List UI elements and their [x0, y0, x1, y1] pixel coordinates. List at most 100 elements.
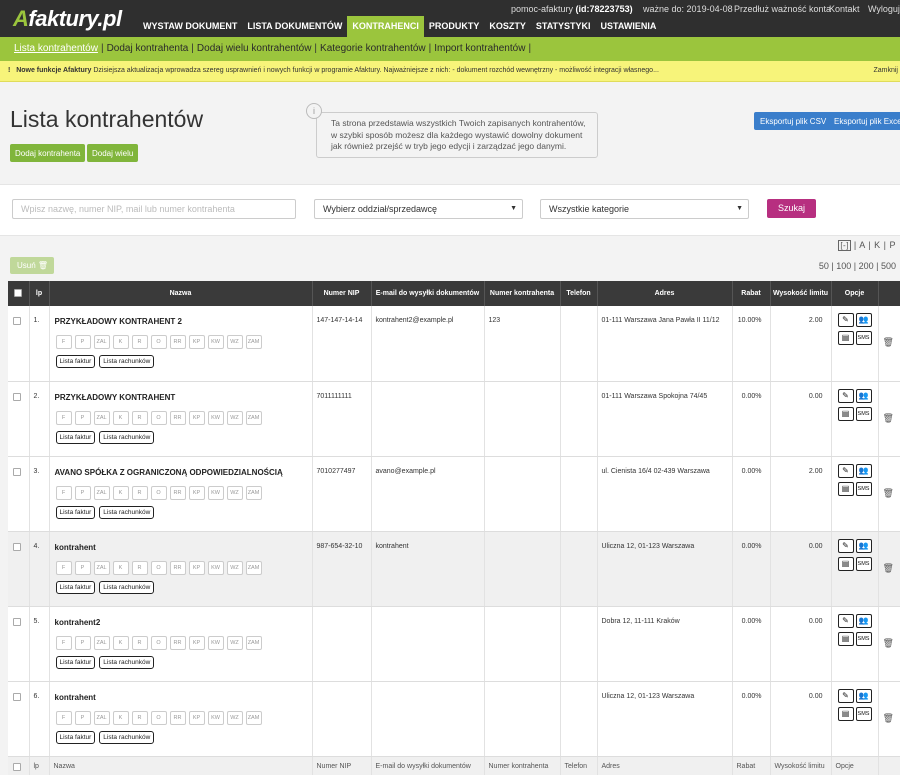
nav-issue-document[interactable]: WYSTAW DOKUMENT — [138, 16, 242, 37]
trash-icon[interactable]: 🗑 — [879, 638, 900, 649]
doc-type-button[interactable]: ZAL — [93, 335, 110, 349]
select-all-checkbox[interactable] — [8, 281, 30, 306]
doc-type-button[interactable]: KP — [188, 335, 205, 349]
doc-type-button[interactable]: O — [150, 635, 167, 650]
logo[interactable]: Afaktury.pl — [13, 6, 122, 32]
nav-settings[interactable]: USTAWIENIA — [596, 16, 662, 37]
bills-list-button[interactable]: Lista rachunków — [99, 655, 155, 669]
trash-icon[interactable]: 🗑 — [879, 563, 900, 574]
bills-list-button[interactable]: Lista rachunków — [99, 730, 155, 744]
doc-type-button[interactable]: O — [150, 560, 167, 575]
export-csv-button[interactable]: Eksportuj plik CSV — [754, 112, 833, 130]
col-name[interactable]: Nazwa — [49, 281, 313, 306]
doc-type-button[interactable]: ZAL — [93, 635, 110, 650]
contractor-name[interactable]: AVANO SPÓŁKA Z OGRANICZONĄ ODPOWIEDZIALN… — [50, 468, 312, 477]
doc-type-button[interactable]: WZ — [226, 485, 243, 500]
edit-pencil-icon[interactable]: ✎ — [837, 538, 854, 553]
doc-type-button[interactable]: F — [55, 485, 72, 500]
doc-type-button[interactable]: R — [131, 710, 148, 725]
sms-button[interactable]: SMS — [855, 631, 872, 646]
add-contractor-button[interactable]: Dodaj kontrahenta — [10, 144, 86, 162]
col-limit[interactable]: Wysokość limitu — [770, 281, 832, 306]
page-size-200[interactable]: 200 — [859, 261, 874, 271]
doc-type-button[interactable]: F — [55, 560, 72, 575]
doc-type-button[interactable]: F — [55, 710, 72, 725]
contractor-name[interactable]: PRZYKŁADOWY KONTRAHENT — [50, 393, 312, 402]
doc-type-button[interactable]: K — [112, 335, 129, 349]
doc-type-button[interactable]: RR — [169, 710, 186, 725]
add-many-button[interactable]: Dodaj wielu — [87, 144, 139, 162]
bills-list-button[interactable]: Lista rachunków — [99, 505, 155, 519]
search-input[interactable]: Wpisz nazwę, numer NIP, mail lub numer k… — [12, 199, 296, 219]
col-discount[interactable]: Rabat — [732, 281, 771, 306]
page-size-50[interactable]: 50 — [819, 261, 829, 271]
users-icon[interactable]: 👥 — [855, 388, 872, 403]
extend-account-link[interactable]: Przedłuż ważność konta — [734, 4, 831, 14]
col-nip[interactable]: Numer NIP — [312, 281, 372, 306]
invoices-list-button[interactable]: Lista faktur — [55, 355, 96, 368]
doc-type-button[interactable]: ZAM — [245, 635, 262, 650]
contact-card-icon[interactable]: ▤ — [837, 631, 854, 646]
row-checkbox[interactable] — [13, 317, 21, 325]
contractor-name[interactable]: kontrahent — [50, 543, 312, 552]
doc-type-button[interactable]: WZ — [226, 410, 243, 425]
doc-type-button[interactable]: K — [112, 710, 129, 725]
doc-type-button[interactable]: K — [112, 560, 129, 575]
page-size-100[interactable]: 100 — [836, 261, 851, 271]
doc-type-button[interactable]: F — [55, 635, 72, 650]
alpha-p[interactable]: P — [889, 240, 896, 250]
bills-list-button[interactable]: Lista rachunków — [99, 430, 155, 444]
doc-type-button[interactable]: P — [74, 335, 91, 349]
contractor-name[interactable]: PRZYKŁADOWY KONTRAHENT 2 — [50, 317, 312, 326]
edit-pencil-icon[interactable]: ✎ — [837, 313, 854, 327]
doc-type-button[interactable]: ZAM — [245, 710, 262, 725]
doc-type-button[interactable]: O — [150, 710, 167, 725]
page-size-500[interactable]: 500 — [881, 261, 896, 271]
edit-pencil-icon[interactable]: ✎ — [837, 613, 854, 628]
doc-type-button[interactable]: K — [112, 485, 129, 500]
export-excel-button[interactable]: Eksportuj plik Excel — [828, 112, 900, 130]
doc-type-button[interactable]: P — [74, 485, 91, 500]
row-checkbox[interactable] — [13, 392, 21, 401]
nav-contractors[interactable]: KONTRAHENCI — [347, 16, 424, 37]
alpha-k[interactable]: K — [874, 240, 881, 250]
doc-type-button[interactable]: O — [150, 485, 167, 500]
alpha-collapse[interactable]: [-] — [838, 240, 851, 251]
contact-card-icon[interactable]: ▤ — [837, 556, 854, 571]
users-icon[interactable]: 👥 — [855, 688, 872, 703]
contractor-name[interactable]: kontrahent — [50, 693, 312, 702]
category-select[interactable]: Wszystkie kategorie ▼ — [540, 199, 749, 219]
doc-type-button[interactable]: P — [74, 410, 91, 425]
doc-type-button[interactable]: P — [74, 635, 91, 650]
contact-card-icon[interactable]: ▤ — [837, 406, 854, 421]
doc-type-button[interactable]: ZAM — [245, 335, 262, 349]
doc-type-button[interactable]: KP — [188, 635, 205, 650]
doc-type-button[interactable]: F — [55, 410, 72, 425]
doc-type-button[interactable]: O — [150, 410, 167, 425]
invoices-list-button[interactable]: Lista faktur — [55, 505, 96, 519]
users-icon[interactable]: 👥 — [855, 313, 872, 327]
edit-pencil-icon[interactable]: ✎ — [837, 688, 854, 703]
doc-type-button[interactable]: R — [131, 485, 148, 500]
doc-type-button[interactable]: RR — [169, 485, 186, 500]
sms-button[interactable]: SMS — [855, 556, 872, 571]
doc-type-button[interactable]: KP — [188, 410, 205, 425]
logout-link[interactable]: Wyloguj — [868, 4, 900, 14]
doc-type-button[interactable]: WZ — [226, 710, 243, 725]
row-checkbox[interactable] — [13, 542, 21, 551]
doc-type-button[interactable]: ZAL — [93, 710, 110, 725]
invoices-list-button[interactable]: Lista faktur — [55, 730, 96, 744]
subnav-categories[interactable]: Kategorie kontrahentów — [320, 43, 426, 54]
contractor-name[interactable]: kontrahent2 — [50, 618, 312, 627]
doc-type-button[interactable]: F — [55, 335, 72, 349]
doc-type-button[interactable]: WZ — [226, 560, 243, 575]
contact-link[interactable]: Kontakt — [829, 4, 860, 14]
bills-list-button[interactable]: Lista rachunków — [99, 355, 155, 368]
search-button[interactable]: Szukaj — [767, 199, 816, 218]
row-checkbox[interactable] — [13, 467, 21, 476]
doc-type-button[interactable]: P — [74, 710, 91, 725]
contact-card-icon[interactable]: ▤ — [837, 481, 854, 496]
doc-type-button[interactable]: ZAM — [245, 410, 262, 425]
col-email[interactable]: E-mail do wysyłki dokumentów — [371, 281, 485, 306]
doc-type-button[interactable]: RR — [169, 635, 186, 650]
